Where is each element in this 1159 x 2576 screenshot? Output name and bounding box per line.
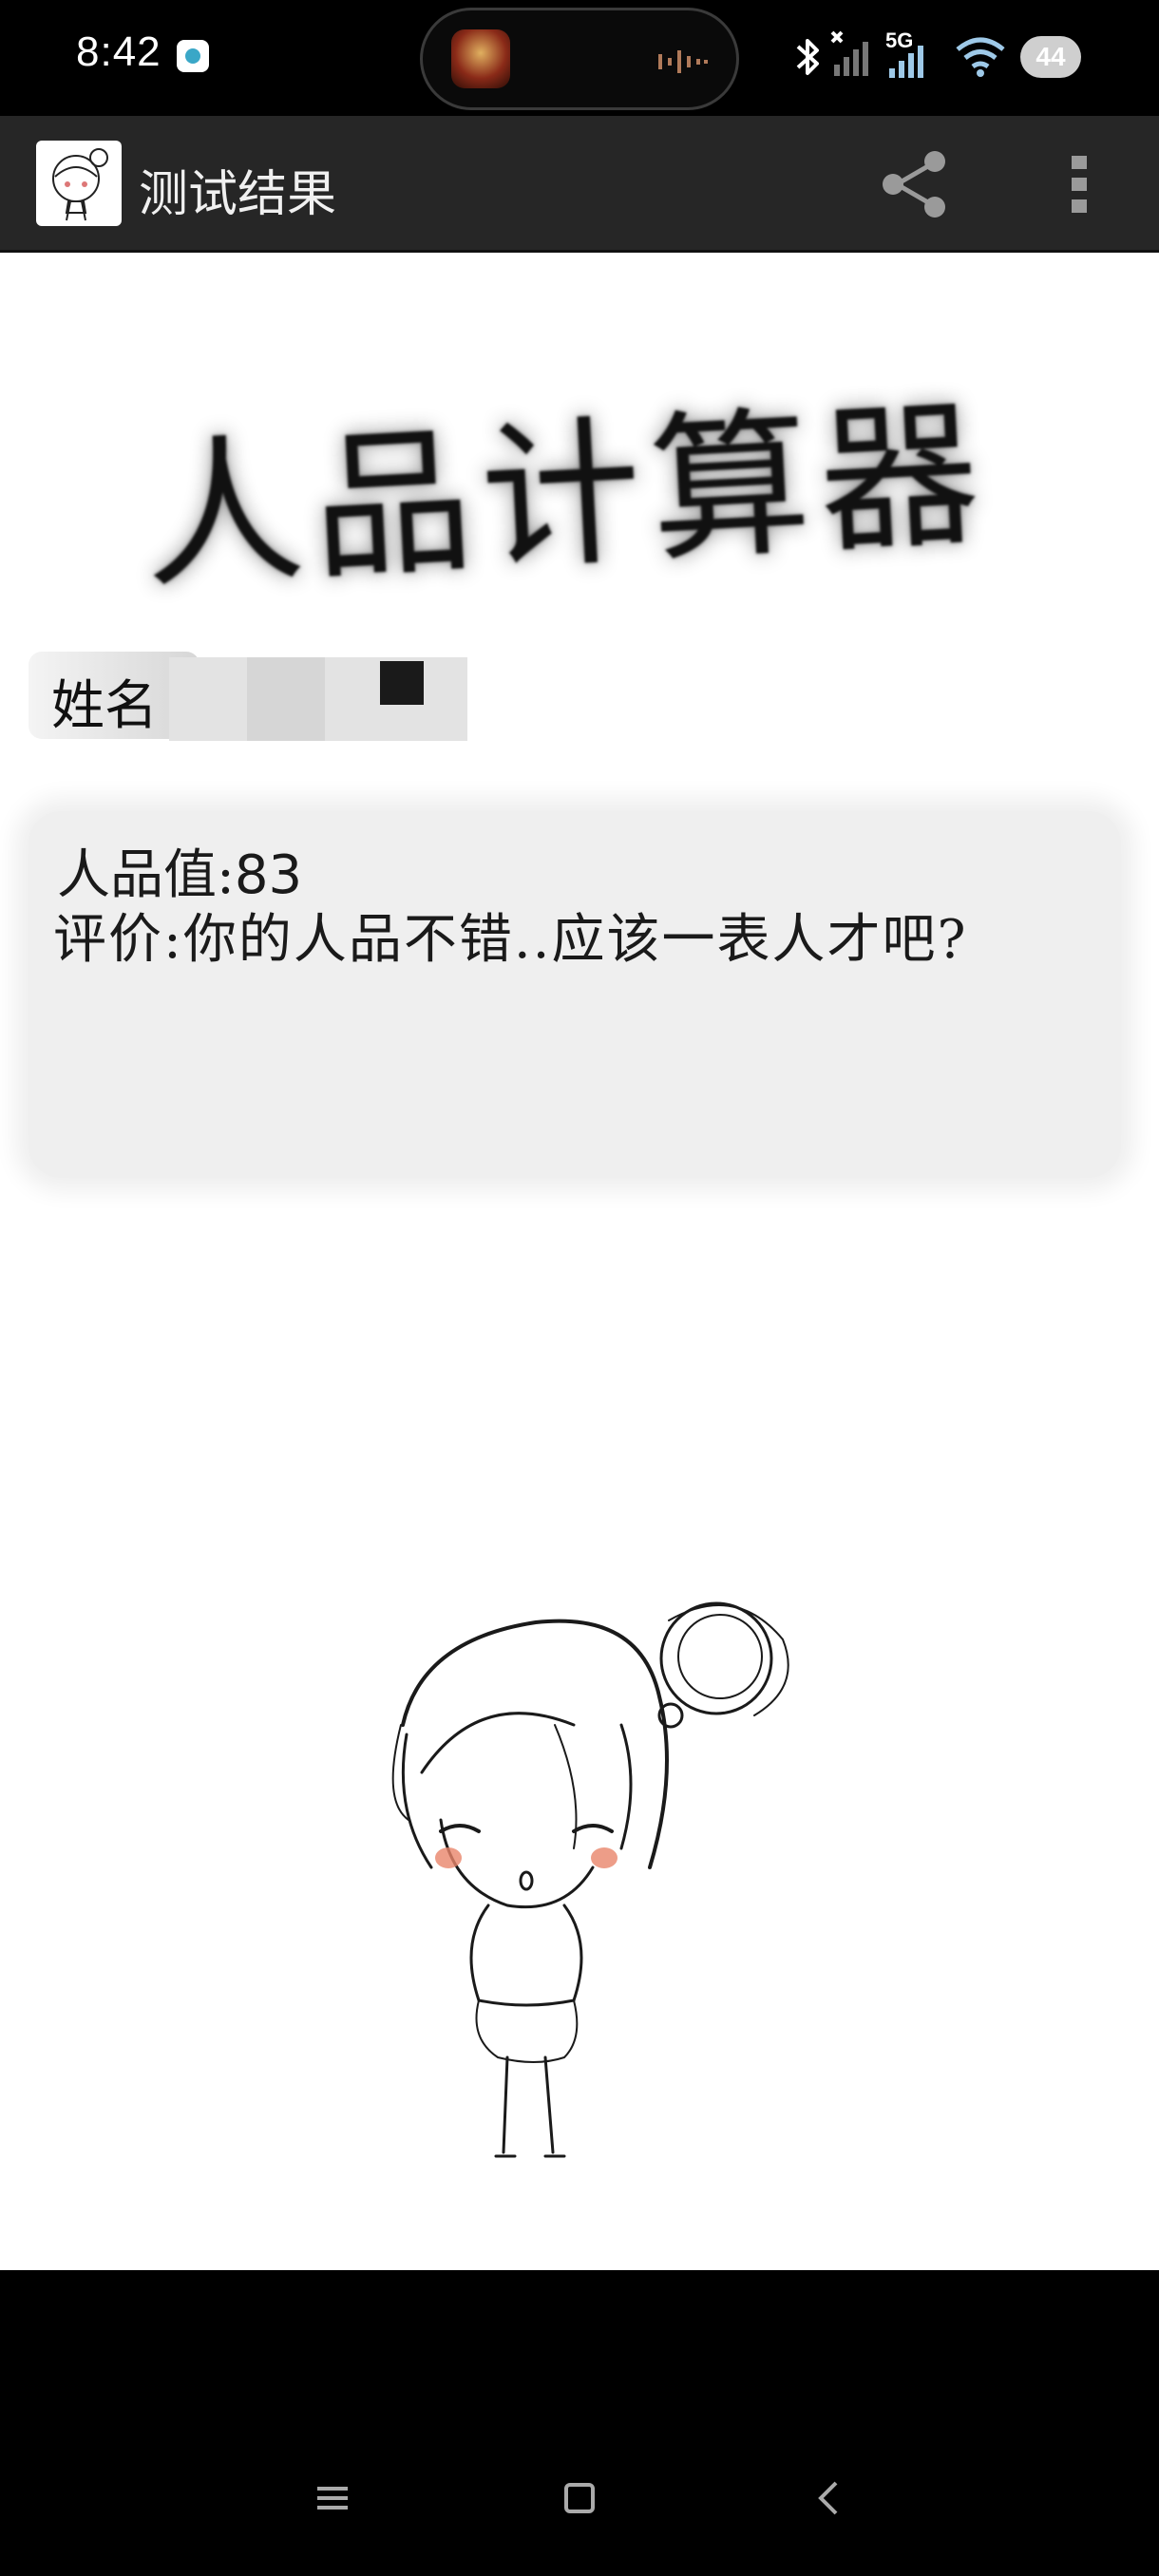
app-bar: 测试结果 — [0, 116, 1159, 253]
sketch-girl-illustration — [391, 1601, 789, 2158]
dynamic-island[interactable] — [420, 8, 739, 110]
status-icons: 5G 44 — [760, 0, 1159, 116]
comment-line: 评价:你的人品不错..应该一表人才吧? — [53, 897, 968, 974]
notification-app-icon — [177, 40, 209, 72]
comment-label: 评价: — [53, 909, 183, 971]
status-time: 8:42 — [76, 28, 162, 75]
game-app-icon[interactable] — [451, 29, 510, 88]
no-sim-signal-icon — [830, 30, 868, 76]
more-options-button[interactable] — [1060, 144, 1098, 224]
5g-signal-icon — [889, 46, 923, 78]
home-icon[interactable] — [551, 2470, 608, 2527]
share-icon[interactable] — [874, 144, 954, 224]
wifi-icon — [956, 37, 1005, 77]
result-card: 人品值:83 评价:你的人品不错..应该一表人才吧? — [28, 811, 1121, 1178]
app-avatar-icon — [36, 141, 122, 226]
back-icon[interactable] — [800, 2470, 857, 2527]
name-redaction-block — [380, 661, 424, 705]
status-bar: 8:42 5G 44 — [0, 0, 1159, 116]
battery-icon: 44 — [1020, 36, 1081, 78]
app-title: 测试结果 — [139, 166, 337, 223]
comment-text: 你的人品不错..应该一表人才吧? — [182, 909, 968, 971]
audio-wave-icon — [658, 50, 708, 73]
name-label: 姓名 — [51, 675, 158, 737]
navigation-bar — [0, 2270, 1159, 2576]
result-content: 人品计算器 姓名 人品值:83 评价:你的人品不错..应该一表人才吧? — [0, 253, 1159, 2270]
bluetooth-icon — [796, 39, 819, 75]
name-row: 姓名 — [28, 652, 467, 741]
more-vert-icon[interactable] — [1060, 144, 1098, 224]
share-button[interactable] — [874, 144, 954, 224]
calculator-title-banner: 人品计算器 — [139, 380, 994, 612]
menu-icon[interactable] — [304, 2470, 361, 2527]
